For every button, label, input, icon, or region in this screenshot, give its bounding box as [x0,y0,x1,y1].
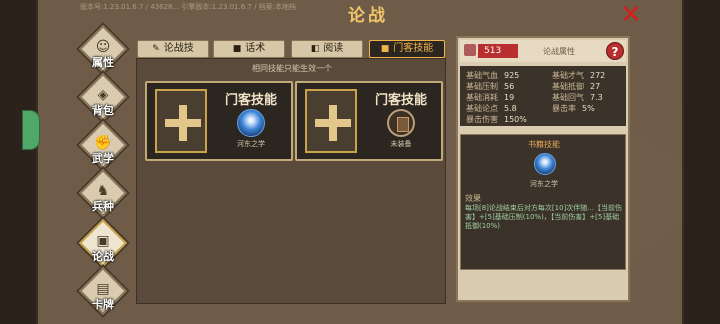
title-bar: 论战 [268,2,468,30]
stat-row: 基础才气 272 [552,71,606,80]
tab-reading[interactable]: ◧ 阅读 [291,40,363,58]
nav-item-troops[interactable]: ♞ 兵种 [78,168,128,220]
attribute-header: 513 论战属性 ? [460,40,626,62]
brush-icon: ✎ [152,44,160,54]
book-skill-title: 书籍技能 [528,140,560,149]
stat-row: 基础回气 7.3 [552,93,603,102]
version-text: 版本号:1.23.01.6.7 / 43628... 引擎版本:1.23.01.… [80,3,297,11]
nav-item-debate[interactable]: ▣ 论战 [78,218,128,270]
nav-item-cards[interactable]: ▤ 卡牌 [78,266,128,318]
nav-item-martial[interactable]: ✊ 武学 [78,120,128,172]
tab-debate-skill[interactable]: ✎ 论战技 [137,40,209,58]
skill-slot-card[interactable]: 门客技能 河东之学 [145,81,293,161]
level-badge: 513 [478,44,518,58]
help-button[interactable]: ? [606,42,624,60]
add-skill-button[interactable] [305,89,357,153]
nav-item-attributes[interactable]: ☺ 属性 [78,24,128,76]
speech-icon: ■ [232,44,242,54]
blue-orb-icon[interactable] [237,109,265,137]
book-icon[interactable] [387,109,415,137]
add-skill-button[interactable] [155,89,207,153]
effect-text: 每场[8]论战结束后对方每次[10]次伴随...【当前伤害】+[5]基础压制(1… [465,204,622,230]
tab-retainer-skill[interactable]: ■ 门客技能 [369,40,445,58]
effect-label: 效果 [465,194,481,203]
page-title: 论战 [348,6,388,26]
stat-row: 基础消耗 19 [466,93,515,102]
attribute-title: 论战属性 [543,47,575,56]
tab-rhetoric[interactable]: ■ 话术 [213,40,285,58]
blue-orb-icon [534,153,556,175]
stats-grid: 基础气血 925 基础才气 272 基础压制 56 基础抵御 27 基础消耗 19 基础回… [460,66,626,126]
book-icon: ◧ [310,44,320,54]
speech-icon: ■ [380,44,390,54]
nav-item-bag[interactable]: ◈ 背包 [78,72,128,124]
attribute-panel: 513 论战属性 ? 基础气血 925 基础才气 272 基础压制 56 基础抵御 27… [456,36,630,302]
level-icon [464,44,476,56]
side-drawer-tab[interactable] [22,110,40,150]
book-skill-name: 河东之学 [530,180,558,188]
stat-row: 基础压制 56 [466,82,515,91]
stat-row: 基础抵御 27 [552,82,601,91]
skill-slot-panel: 相同技能只能生效一个 门客技能 河东之学 门客技能 未装备 [136,58,446,304]
close-icon[interactable]: ✕ [618,2,644,29]
book-skill-box: 书籍技能 河东之学 效果 每场[8]论战结束后对方每次[10]次伴随...【当前… [460,134,626,270]
stat-row: 基础论点 5.8 [466,104,517,113]
stat-row: 暴击伤害 150% [466,115,527,124]
hint-text: 相同技能只能生效一个 [252,64,332,73]
stat-row: 基础气血 925 [466,71,520,80]
skill-slot-card[interactable]: 门客技能 未装备 [295,81,443,161]
stat-row: 暴击率 5% [552,104,595,113]
